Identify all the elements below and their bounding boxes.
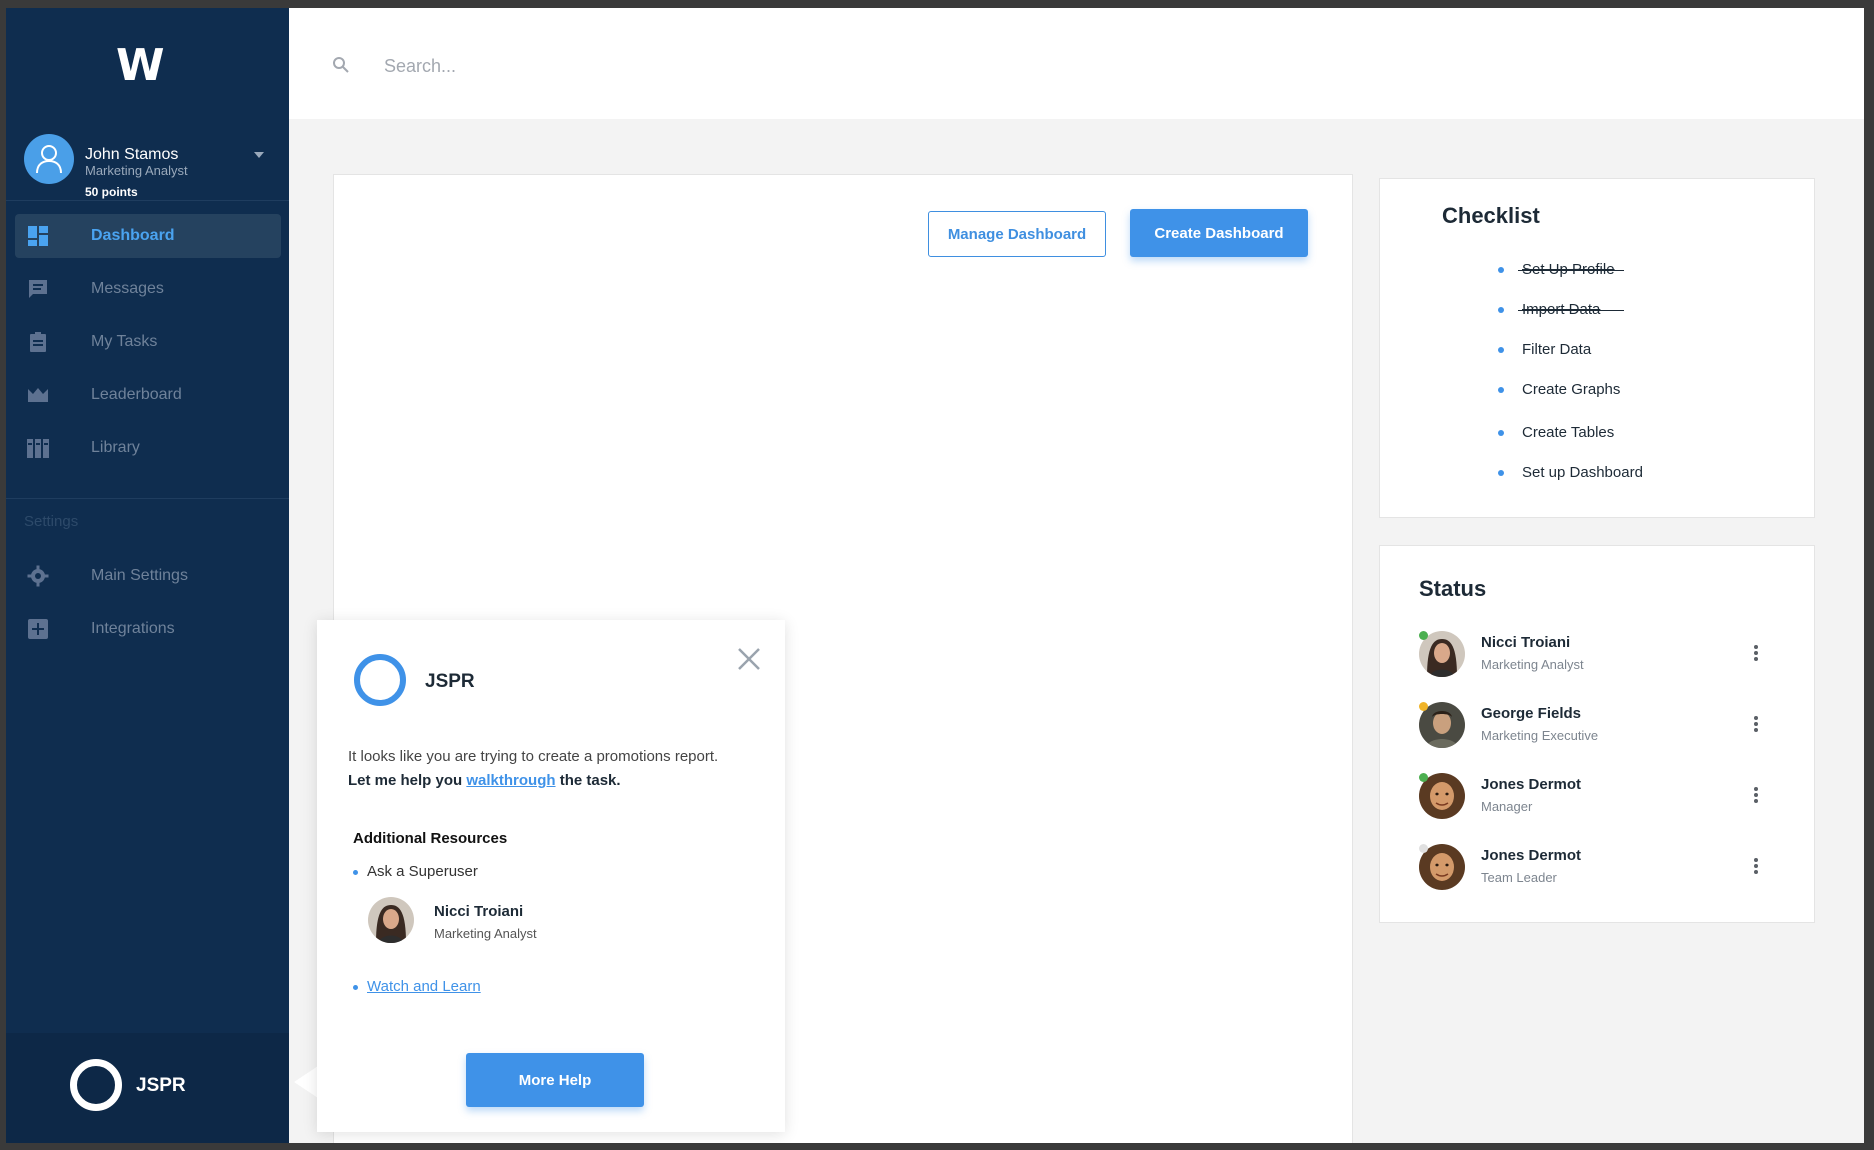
- popup-message-help: Let me help you walkthrough the task.: [348, 772, 621, 789]
- sidebar-item-label: Library: [91, 439, 140, 456]
- create-dashboard-button[interactable]: Create Dashboard: [1130, 209, 1308, 257]
- divider: [6, 200, 289, 201]
- watch-and-learn-link[interactable]: Watch and Learn: [367, 978, 481, 995]
- sidebar: W John Stamos Marketing Analyst 50 point…: [6, 8, 289, 1143]
- status-person-name: Jones Dermot: [1481, 776, 1582, 793]
- search-icon: [333, 57, 349, 73]
- sidebar-item-label: Messages: [91, 280, 164, 297]
- more-options-icon[interactable]: [1751, 643, 1761, 665]
- chevron-down-icon[interactable]: [254, 152, 264, 158]
- status-person-name: Jones Dermot: [1481, 847, 1582, 864]
- assistant-ring-icon: [354, 654, 406, 706]
- gear-icon: [27, 565, 49, 587]
- clipboard-icon: [30, 332, 46, 352]
- sidebar-item-leaderboard[interactable]: Leaderboard: [15, 373, 281, 417]
- checklist-title: Checklist: [1442, 203, 1540, 228]
- chat-icon: [29, 280, 47, 298]
- crown-icon: [28, 388, 48, 402]
- checklist-items: Set Up Profile Import Data Filter Data C…: [1498, 260, 1643, 503]
- status-row[interactable]: George Fields Marketing Executive: [1419, 700, 1789, 756]
- sidebar-item-dashboard[interactable]: Dashboard: [15, 214, 281, 258]
- more-options-icon[interactable]: [1751, 714, 1761, 736]
- status-row[interactable]: Nicci Troiani Marketing Analyst: [1419, 629, 1789, 685]
- popup-pointer: [294, 1066, 318, 1098]
- watch-learn-item: Watch and Learn: [353, 978, 481, 995]
- assistant-popup: JSPR It looks like you are trying to cre…: [317, 620, 785, 1132]
- presence-dot: [1419, 702, 1428, 711]
- sidebar-item-label: Integrations: [91, 620, 175, 637]
- top-bar: [289, 8, 1864, 119]
- presence-dot: [1419, 844, 1428, 853]
- status-person-name: George Fields: [1481, 705, 1582, 722]
- checklist-item[interactable]: Create Graphs: [1498, 380, 1643, 423]
- status-person-role: Team Leader: [1481, 870, 1557, 885]
- manage-dashboard-button[interactable]: Manage Dashboard: [928, 211, 1106, 257]
- status-row[interactable]: Jones Dermot Manager: [1419, 771, 1789, 827]
- more-options-icon[interactable]: [1751, 785, 1761, 807]
- sidebar-item-main-settings[interactable]: Main Settings: [15, 554, 281, 598]
- status-row[interactable]: Jones Dermot Team Leader: [1419, 842, 1789, 898]
- settings-nav: Main Settings Integrations: [15, 554, 281, 660]
- library-icon: [27, 439, 49, 458]
- checklist-item[interactable]: Import Data: [1498, 300, 1643, 340]
- popup-message: It looks like you are trying to create a…: [348, 748, 719, 765]
- sidebar-item-label: Main Settings: [91, 567, 188, 584]
- user-role: Marketing Analyst: [85, 163, 188, 178]
- checklist-item[interactable]: Create Tables: [1498, 423, 1643, 463]
- resources-heading: Additional Resources: [353, 830, 508, 847]
- ask-superuser-item: Ask a Superuser: [353, 863, 478, 880]
- status-person-role: Manager: [1481, 799, 1533, 814]
- sidebar-item-label: My Tasks: [91, 333, 158, 350]
- checklist-item[interactable]: Filter Data: [1498, 340, 1643, 380]
- status-person-role: Marketing Analyst: [1481, 657, 1584, 672]
- app-window: W John Stamos Marketing Analyst 50 point…: [6, 8, 1864, 1143]
- dashboard-icon: [28, 226, 48, 246]
- status-person-name: Nicci Troiani: [1481, 634, 1571, 651]
- status-title: Status: [1419, 576, 1487, 601]
- status-person-role: Marketing Executive: [1481, 728, 1599, 743]
- settings-section-label: Settings: [24, 513, 79, 530]
- avatar[interactable]: [368, 897, 414, 943]
- sidebar-item-label: Leaderboard: [91, 386, 182, 403]
- main-nav: Dashboard Messages My Tasks Leaderboard …: [15, 214, 281, 479]
- search-input[interactable]: [384, 46, 984, 86]
- user-avatar-icon: [24, 134, 74, 184]
- assistant-ring-icon: [70, 1059, 122, 1111]
- status-card: Status Nicci Troiani Marketing Analyst G…: [1379, 545, 1815, 923]
- sidebar-item-messages[interactable]: Messages: [15, 267, 281, 311]
- plus-square-icon: [28, 619, 48, 639]
- app-logo[interactable]: W: [116, 40, 165, 91]
- more-options-icon[interactable]: [1751, 856, 1761, 878]
- sidebar-item-library[interactable]: Library: [15, 426, 281, 470]
- assistant-label: JSPR: [136, 1075, 186, 1096]
- checklist-card: Checklist Set Up Profile Import Data Fil…: [1379, 178, 1815, 518]
- user-name: John Stamos: [85, 146, 179, 163]
- user-points: 50 points: [85, 185, 138, 199]
- walkthrough-link[interactable]: walkthrough: [466, 772, 555, 789]
- presence-dot: [1419, 773, 1428, 782]
- superuser-role: Marketing Analyst: [434, 926, 537, 941]
- more-help-button[interactable]: More Help: [466, 1053, 644, 1107]
- superuser-name[interactable]: Nicci Troiani: [434, 903, 523, 920]
- sidebar-item-label: Dashboard: [91, 227, 175, 244]
- close-icon[interactable]: [736, 646, 762, 672]
- sidebar-item-my-tasks[interactable]: My Tasks: [15, 320, 281, 364]
- presence-dot: [1419, 631, 1428, 640]
- assistant-launcher[interactable]: JSPR: [6, 1033, 289, 1143]
- sidebar-item-integrations[interactable]: Integrations: [15, 607, 281, 651]
- divider: [6, 498, 289, 499]
- checklist-item[interactable]: Set Up Profile: [1498, 260, 1643, 300]
- user-profile[interactable]: John Stamos Marketing Analyst 50 points: [24, 126, 279, 199]
- checklist-item[interactable]: Set up Dashboard: [1498, 463, 1643, 503]
- popup-title: JSPR: [425, 671, 475, 692]
